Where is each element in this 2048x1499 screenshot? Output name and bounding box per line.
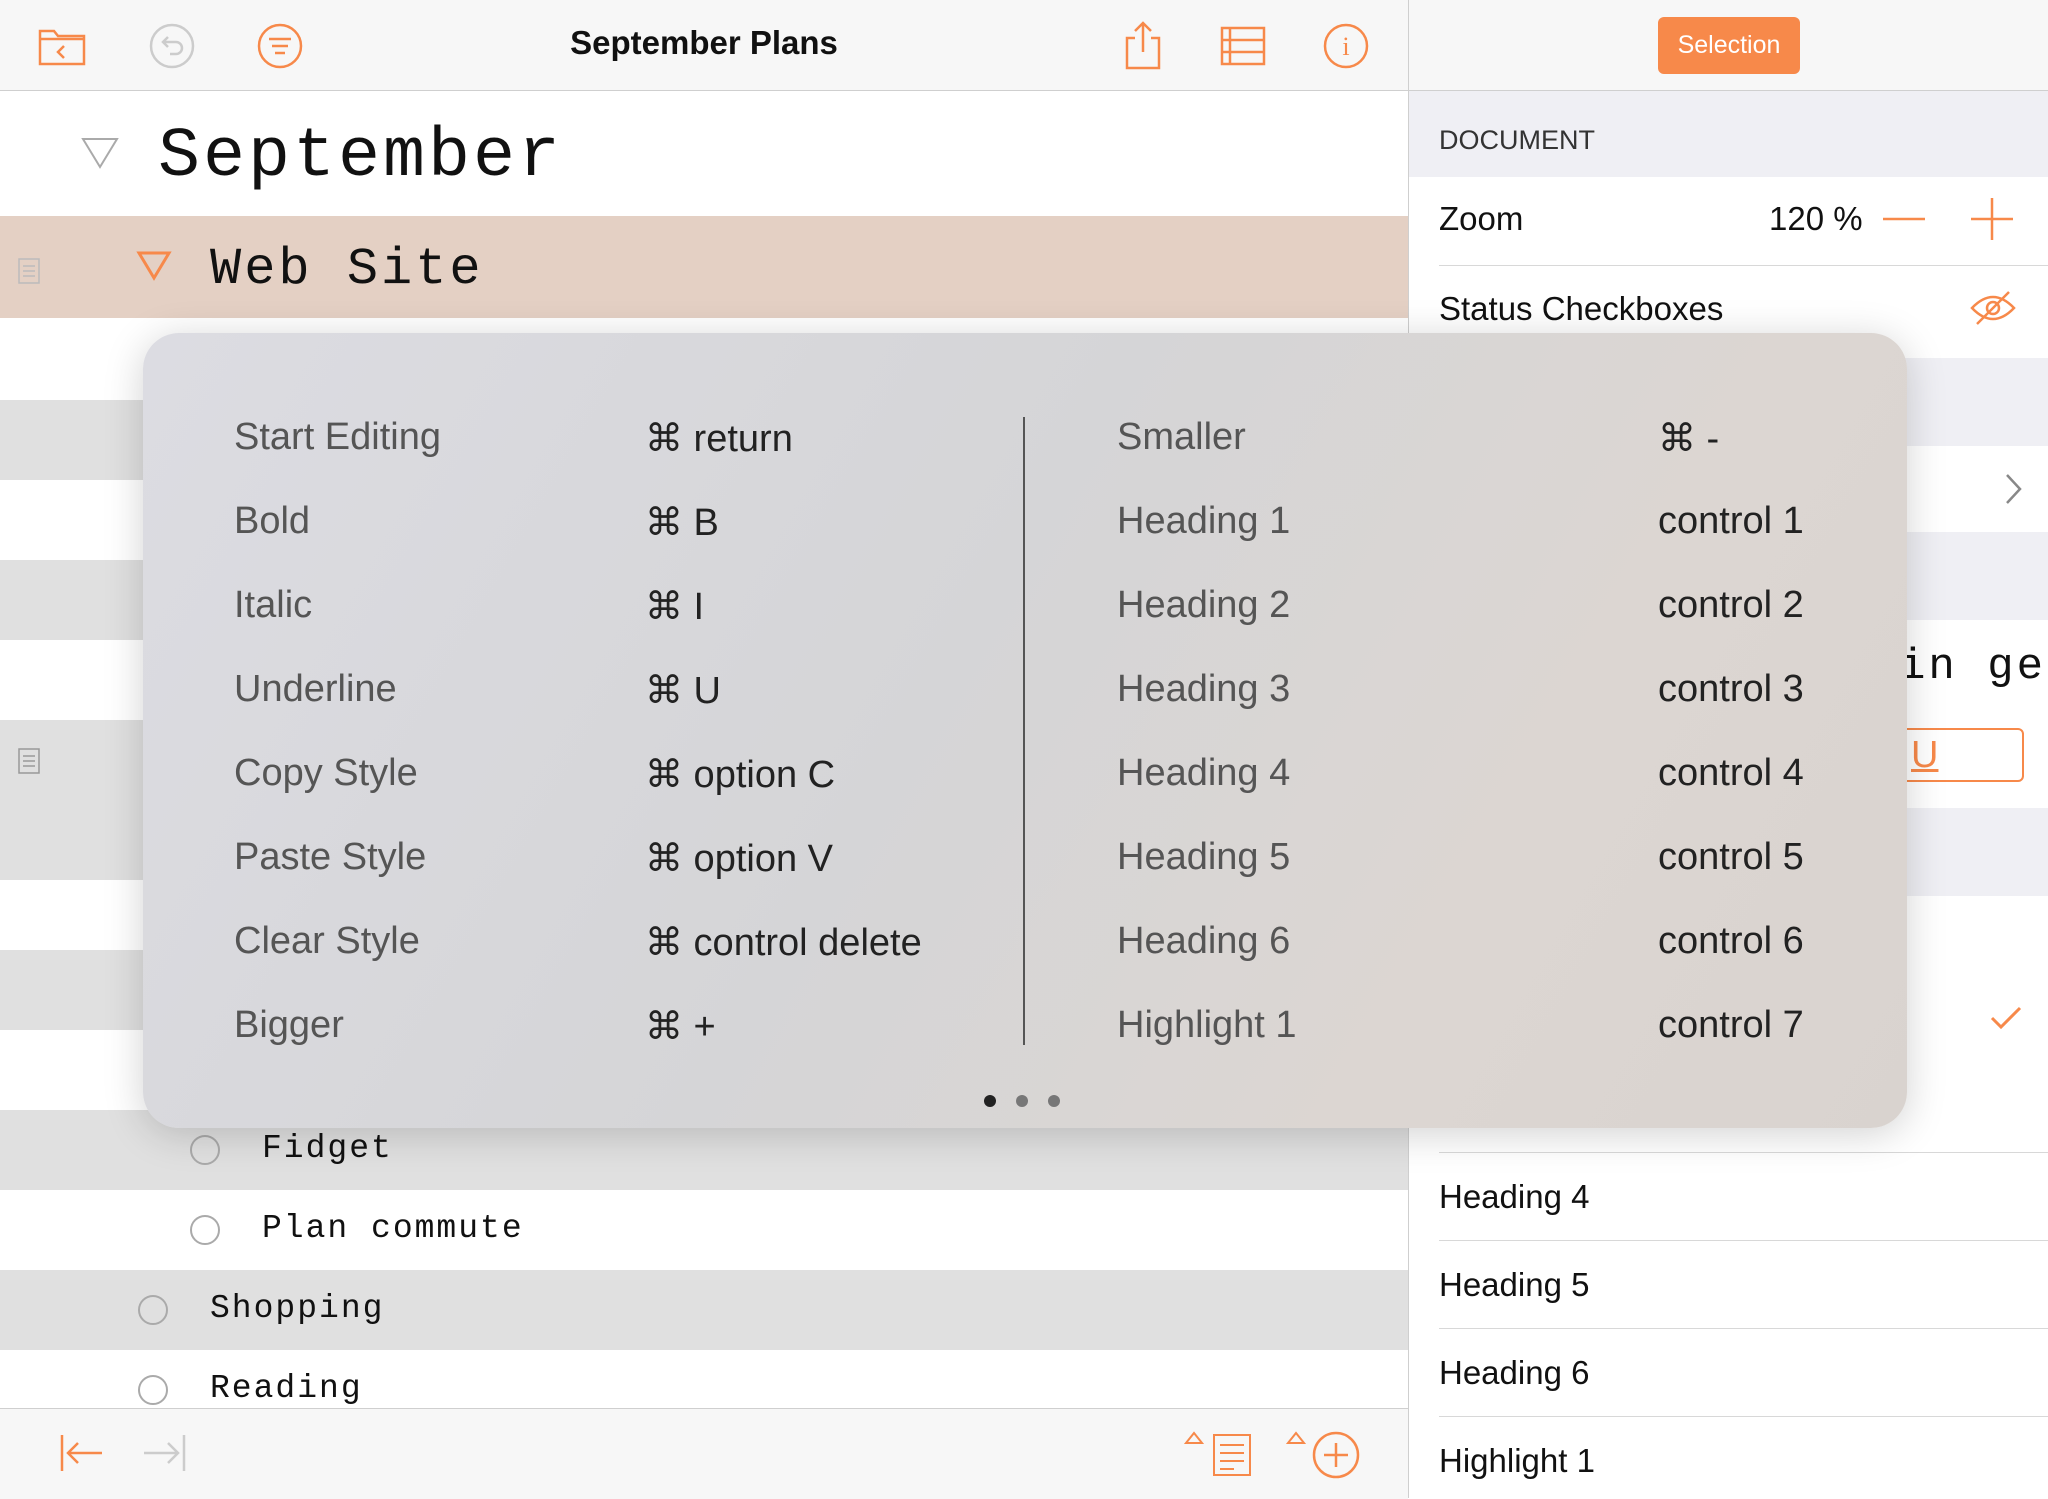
divider xyxy=(1439,1416,2048,1417)
shortcut-key: ⌘ - xyxy=(1658,418,1720,460)
document-title: September Plans xyxy=(570,24,838,61)
status-checkbox[interactable] xyxy=(190,1135,220,1165)
add-row-icon[interactable] xyxy=(1284,1427,1364,1486)
zoom-out-button[interactable] xyxy=(1881,196,1927,242)
shortcut-name: Highlight 1 xyxy=(1117,1004,1297,1046)
shortcut-name: Heading 6 xyxy=(1117,920,1291,962)
status-checkbox[interactable] xyxy=(138,1375,168,1405)
add-note-icon[interactable] xyxy=(1182,1429,1256,1484)
inspector-header: Selection xyxy=(1409,0,2048,91)
page-indicator[interactable] xyxy=(984,1095,1064,1109)
column-divider xyxy=(1023,417,1025,1045)
shortcut-key: ⌘ B xyxy=(645,502,719,544)
status-checkbox[interactable] xyxy=(138,1295,168,1325)
list-item[interactable]: Shopping xyxy=(0,1270,1408,1350)
divider xyxy=(1439,265,2048,266)
list-item[interactable]: Plan commute xyxy=(0,1190,1408,1270)
style-item[interactable]: Heading 4 xyxy=(1439,1178,1589,1216)
shortcut-name: Start Editing xyxy=(234,416,441,458)
zoom-in-button[interactable] xyxy=(1969,196,2015,242)
zoom-label: Zoom xyxy=(1439,200,1524,237)
selection-button[interactable]: Selection xyxy=(1658,17,1800,74)
style-item[interactable]: Heading 6 xyxy=(1439,1354,1589,1392)
collapse-triangle-icon[interactable] xyxy=(80,136,120,175)
shortcut-name: Copy Style xyxy=(234,752,418,794)
divider xyxy=(1439,1328,2048,1329)
shortcut-key: control 6 xyxy=(1658,920,1804,962)
status-checkboxes-label: Status Checkboxes xyxy=(1439,290,1724,327)
shortcut-name: Paste Style xyxy=(234,836,427,878)
shortcut-key: ⌘ option C xyxy=(645,754,836,796)
style-item[interactable]: Heading 5 xyxy=(1439,1266,1589,1304)
chevron-right-icon[interactable] xyxy=(2004,472,2024,511)
folder-back-icon[interactable] xyxy=(34,18,90,74)
page-dot-active[interactable] xyxy=(984,1095,996,1107)
status-checkbox[interactable] xyxy=(190,1215,220,1245)
shortcut-key: ⌘ + xyxy=(645,1006,716,1048)
shortcut-key: ⌘ I xyxy=(645,586,705,628)
shortcut-name: Bigger xyxy=(234,1004,344,1046)
shortcut-name: Italic xyxy=(234,584,313,626)
section-title[interactable]: Web Site xyxy=(210,240,484,299)
keyboard-shortcuts-overlay: Start Editing ⌘ return Bold ⌘ B Italic ⌘… xyxy=(143,333,1907,1128)
filter-icon[interactable] xyxy=(252,18,308,74)
shortcut-name: Smaller xyxy=(1117,416,1246,458)
font-preview: in ge xyxy=(1899,642,2047,692)
style-item[interactable]: Highlight 1 xyxy=(1439,1442,1595,1480)
eye-hidden-icon[interactable] xyxy=(1969,288,2017,333)
shortcut-name: Heading 2 xyxy=(1117,584,1291,626)
shortcut-key: control 1 xyxy=(1658,500,1804,542)
divider xyxy=(1439,1152,2048,1153)
collapse-triangle-icon[interactable] xyxy=(136,250,172,287)
item-label: Fidget xyxy=(262,1130,393,1167)
info-icon[interactable]: i xyxy=(1318,18,1374,74)
shortcut-name: Bold xyxy=(234,500,311,542)
shortcut-name: Heading 3 xyxy=(1117,668,1291,710)
shortcut-name: Heading 4 xyxy=(1117,752,1291,794)
toolbar: September Plans i xyxy=(0,0,1408,91)
shortcut-key: control 5 xyxy=(1658,836,1804,878)
indent-icon[interactable] xyxy=(140,1433,188,1478)
note-icon[interactable] xyxy=(18,748,40,779)
note-icon[interactable] xyxy=(18,258,40,289)
divider xyxy=(1439,1240,2048,1241)
page-dot[interactable] xyxy=(1048,1095,1060,1107)
shortcut-name: Heading 5 xyxy=(1117,836,1291,878)
shortcut-key: control 7 xyxy=(1658,1004,1804,1046)
shortcut-key: control 3 xyxy=(1658,668,1804,710)
shortcut-key: ⌘ return xyxy=(645,418,793,460)
section-header: DOCUMENT xyxy=(1409,91,2048,177)
outline-heading[interactable]: September xyxy=(158,118,563,197)
page-dot[interactable] xyxy=(1016,1095,1028,1107)
zoom-value: 120 % xyxy=(1769,200,1863,237)
checkmark-icon xyxy=(1989,1004,2023,1037)
shortcut-key: ⌘ option V xyxy=(645,838,833,880)
share-icon[interactable] xyxy=(1115,18,1171,74)
shortcut-name: Heading 1 xyxy=(1117,500,1291,542)
item-label: Shopping xyxy=(210,1290,385,1327)
item-label: Plan commute xyxy=(262,1210,524,1247)
shortcut-name: Underline xyxy=(234,668,397,710)
shortcut-key: ⌘ control delete xyxy=(645,922,922,964)
undo-icon[interactable] xyxy=(144,18,200,74)
item-label: Reading xyxy=(210,1370,363,1407)
shortcut-key: control 2 xyxy=(1658,584,1804,626)
shortcut-name: Clear Style xyxy=(234,920,420,962)
shortcut-key: ⌘ U xyxy=(645,670,721,712)
bottom-toolbar xyxy=(0,1408,1408,1499)
section-title: DOCUMENT xyxy=(1439,125,1595,155)
underline-label: U xyxy=(1911,734,1939,776)
svg-text:i: i xyxy=(1342,32,1349,61)
outdent-icon[interactable] xyxy=(58,1433,106,1478)
outline-view-icon[interactable] xyxy=(1215,18,1271,74)
shortcut-key: control 4 xyxy=(1658,752,1804,794)
